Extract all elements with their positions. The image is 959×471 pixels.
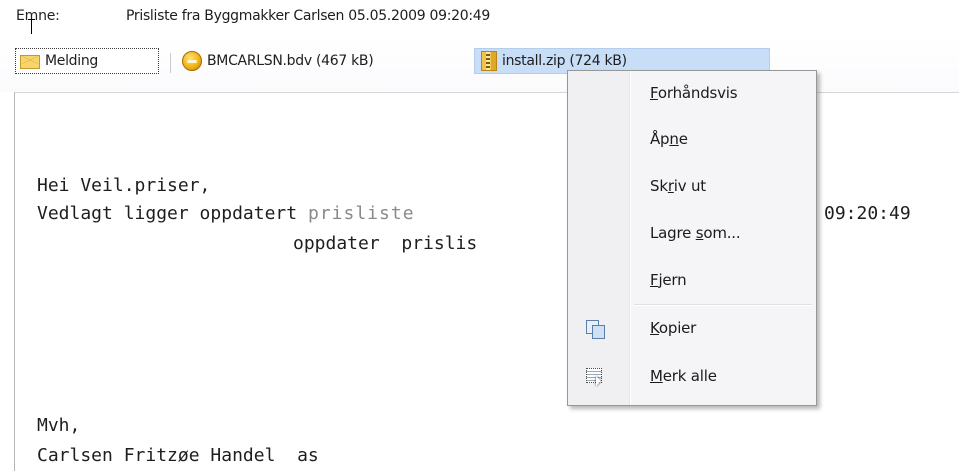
- envelope-icon: [20, 54, 40, 69]
- body-line-1-hidden: prisliste: [308, 203, 415, 224]
- menu-item-remove[interactable]: Fjern: [568, 263, 816, 299]
- menu-item-remove-label: Fjern: [650, 271, 687, 289]
- body-line-2: oppdater prislis: [293, 233, 478, 254]
- coin-icon: [182, 51, 202, 71]
- subject-value: Prisliste fra Byggmakker Carlsen 05.05.2…: [126, 8, 491, 24]
- body-line-1-start: Vedlagt ligger oppdatert: [37, 203, 308, 224]
- menu-item-copy[interactable]: Kopier: [568, 311, 816, 347]
- attachment-install-label: install.zip (724 kB): [502, 53, 627, 69]
- attachment-bdv-label: BMCARLSN.bdv (467 kB): [207, 53, 374, 69]
- menu-item-open[interactable]: Åpne: [568, 122, 816, 158]
- attachment-bdv[interactable]: BMCARLSN.bdv (467 kB): [178, 48, 374, 74]
- subject-row: Emne: Prisliste fra Byggmakker Carlsen 0…: [0, 0, 959, 41]
- signature-line: Carlsen Fritzøe Handel as: [37, 445, 319, 466]
- greeting-line: Hei Veil.priser,: [37, 175, 211, 196]
- menu-item-save-as-label: Lagre som...: [650, 224, 741, 242]
- menu-item-preview[interactable]: Forhåndsvis: [568, 76, 816, 112]
- select-all-icon: [586, 368, 604, 386]
- message-tab-label: Melding: [45, 53, 99, 69]
- context-menu: Forhåndsvis Åpne Skriv ut Lagre som... F…: [567, 70, 817, 406]
- zip-archive-icon: [481, 51, 497, 71]
- menu-item-save-as[interactable]: Lagre som...: [568, 216, 816, 252]
- closing-line: Mvh,: [37, 415, 81, 436]
- menu-item-print[interactable]: Skriv ut: [568, 169, 816, 205]
- message-body[interactable]: Hei Veil.priser, Vedlagt ligger oppdater…: [14, 92, 959, 471]
- menu-item-select-all-label: Merk alle: [650, 367, 717, 385]
- tab-separator: [170, 53, 171, 73]
- menu-item-select-all[interactable]: Merk alle: [568, 359, 816, 395]
- menu-separator: [634, 304, 812, 306]
- menu-item-copy-label: Kopier: [650, 319, 697, 337]
- copy-icon: [586, 320, 605, 339]
- menu-item-preview-label: Forhåndsvis: [650, 84, 738, 102]
- message-tab[interactable]: Melding: [15, 48, 159, 74]
- subject-label: Emne:: [16, 8, 60, 24]
- menu-item-open-label: Åpne: [650, 130, 688, 148]
- body-line-1-end: 09:20:49: [824, 203, 911, 224]
- menu-item-print-label: Skriv ut: [650, 177, 706, 195]
